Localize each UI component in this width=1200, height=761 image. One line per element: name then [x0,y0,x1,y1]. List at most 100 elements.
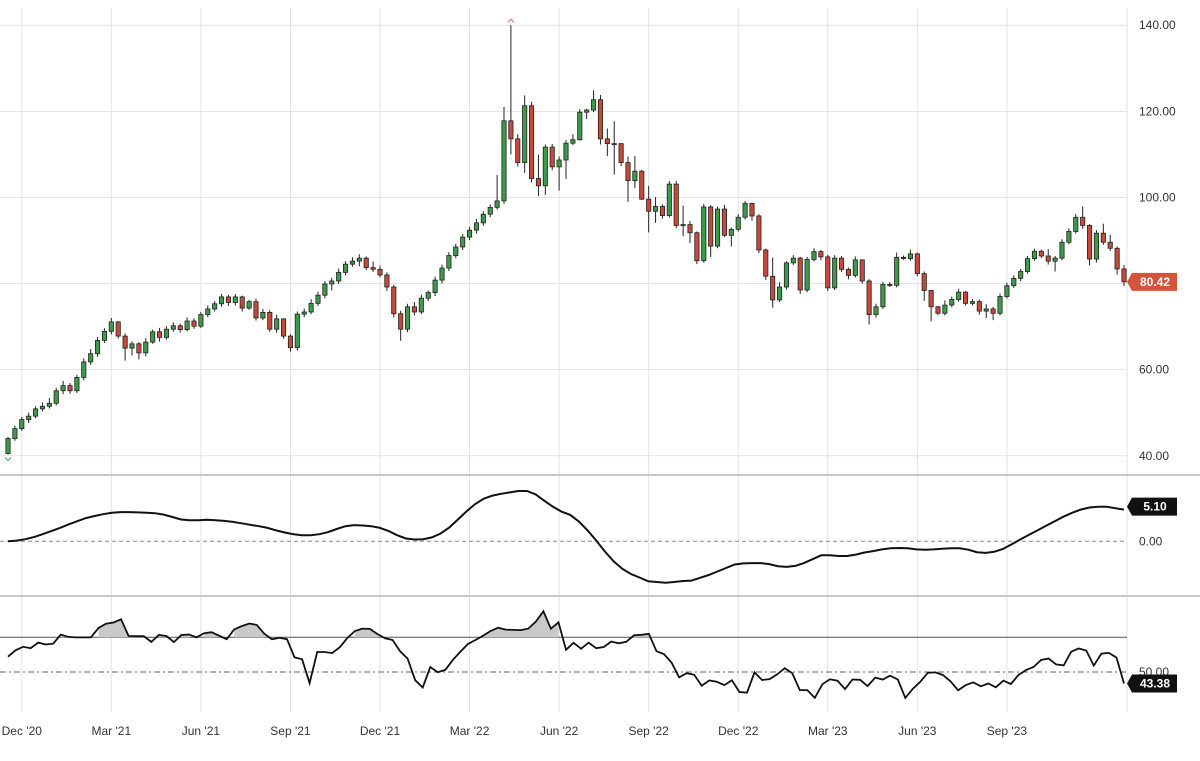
candle-body [811,251,817,260]
candle-body [1080,216,1086,226]
candle-body [363,257,369,269]
low-marker [4,457,12,462]
candle-body [549,146,555,168]
candle-body [191,320,197,327]
candle-body [356,257,362,262]
candle-body [591,99,597,111]
candle-body [687,224,693,234]
candle-body [384,274,390,288]
candle-body [604,138,610,145]
candle-body [246,301,252,309]
candle-body [370,267,376,270]
candle-body [225,296,231,303]
candle-body [473,222,479,231]
candle-body [33,408,39,417]
candle-body [487,206,493,215]
candle-body [108,321,114,332]
candle-body [728,228,734,236]
candle-body [26,415,32,421]
candle-body [1038,250,1044,257]
candle-body [253,301,259,319]
candle-body [914,253,920,275]
candle-body [749,203,755,217]
price-y-tick: 120.00 [1139,104,1176,118]
candle-body [639,170,645,200]
financial-chart[interactable]: Dec '20 Mar '21 Jun '21 Sep '21 Dec '21 Mar '… [0,0,1200,756]
candle-body [756,215,762,251]
candle-body [1073,216,1079,232]
candle-body [12,428,18,439]
candle-body [887,284,893,286]
candle-body [990,308,996,314]
candle-body [597,99,603,140]
oscillator-panel[interactable] [0,490,1127,584]
candle-body [287,335,293,349]
candle-body [467,229,473,238]
candle-body [653,206,659,212]
candle-body [1059,241,1065,259]
candle-body [122,335,128,349]
candle-body [349,260,355,265]
candle-body [542,146,548,187]
candle-body [1087,225,1093,260]
candle-body [1052,257,1058,262]
chart-root[interactable]: Dec '20 Mar '21 Jun '21 Sep '21 Dec '21 Mar '… [0,0,1200,756]
candle-body [963,291,969,304]
candle-body [260,312,266,319]
candle-body [852,259,858,276]
candle-body [976,301,982,312]
candle-body [398,313,404,330]
candle-body [239,296,245,309]
overbought-fill [98,619,144,638]
high-marker [507,18,515,23]
candle-body [336,271,342,282]
candle-body [659,206,665,216]
candle-body [907,253,913,259]
candle-body [329,280,335,285]
candle-body [308,302,314,313]
candle-body [157,331,163,338]
price-panel[interactable] [4,18,1127,462]
candle-body [81,361,87,378]
candle-body [818,251,824,258]
candle-body [825,256,831,289]
candle-body [322,283,328,296]
axis-labels: Dec '20 Mar '21 Jun '21 Sep '21 Dec '21 Mar '… [2,18,1176,738]
candle-body [501,120,507,202]
candle-body [101,330,107,341]
candle-body [894,256,900,286]
x-tick-label: Mar '22 [450,724,490,738]
candle-body [19,419,25,430]
candle-body [666,183,672,216]
candle-body [680,224,686,226]
candle-body [1066,231,1072,243]
candle-body [866,280,872,315]
candle-body [942,304,948,314]
rsi-last-badge: 43.38 [1127,674,1177,693]
candle-body [1114,247,1120,270]
candle-body [143,341,149,354]
candle-body [205,308,211,315]
candle-body [405,306,411,330]
candle-body [625,162,631,182]
oscillator-last-badge-text: 5.10 [1143,500,1167,514]
candle-body [480,213,486,224]
panel-separators [0,474,1200,597]
x-tick-label: Dec '20 [2,724,43,738]
candle-body [983,308,989,312]
candle-body [281,318,287,337]
candle-body [1045,255,1051,262]
price-y-tick: 60.00 [1139,363,1169,377]
candle-body [453,246,459,256]
rsi-panel[interactable] [0,609,1127,700]
x-tick-label: Mar '23 [808,724,848,738]
candle-body [1018,271,1024,279]
x-tick-label: Jun '23 [898,724,937,738]
candle-body [418,297,424,313]
candle-body [556,159,562,168]
candle-body [1093,232,1099,260]
price-last-badge-text: 80.42 [1140,275,1170,289]
candle-body [611,143,617,146]
candle-body [777,286,783,301]
candle-body [715,208,721,247]
